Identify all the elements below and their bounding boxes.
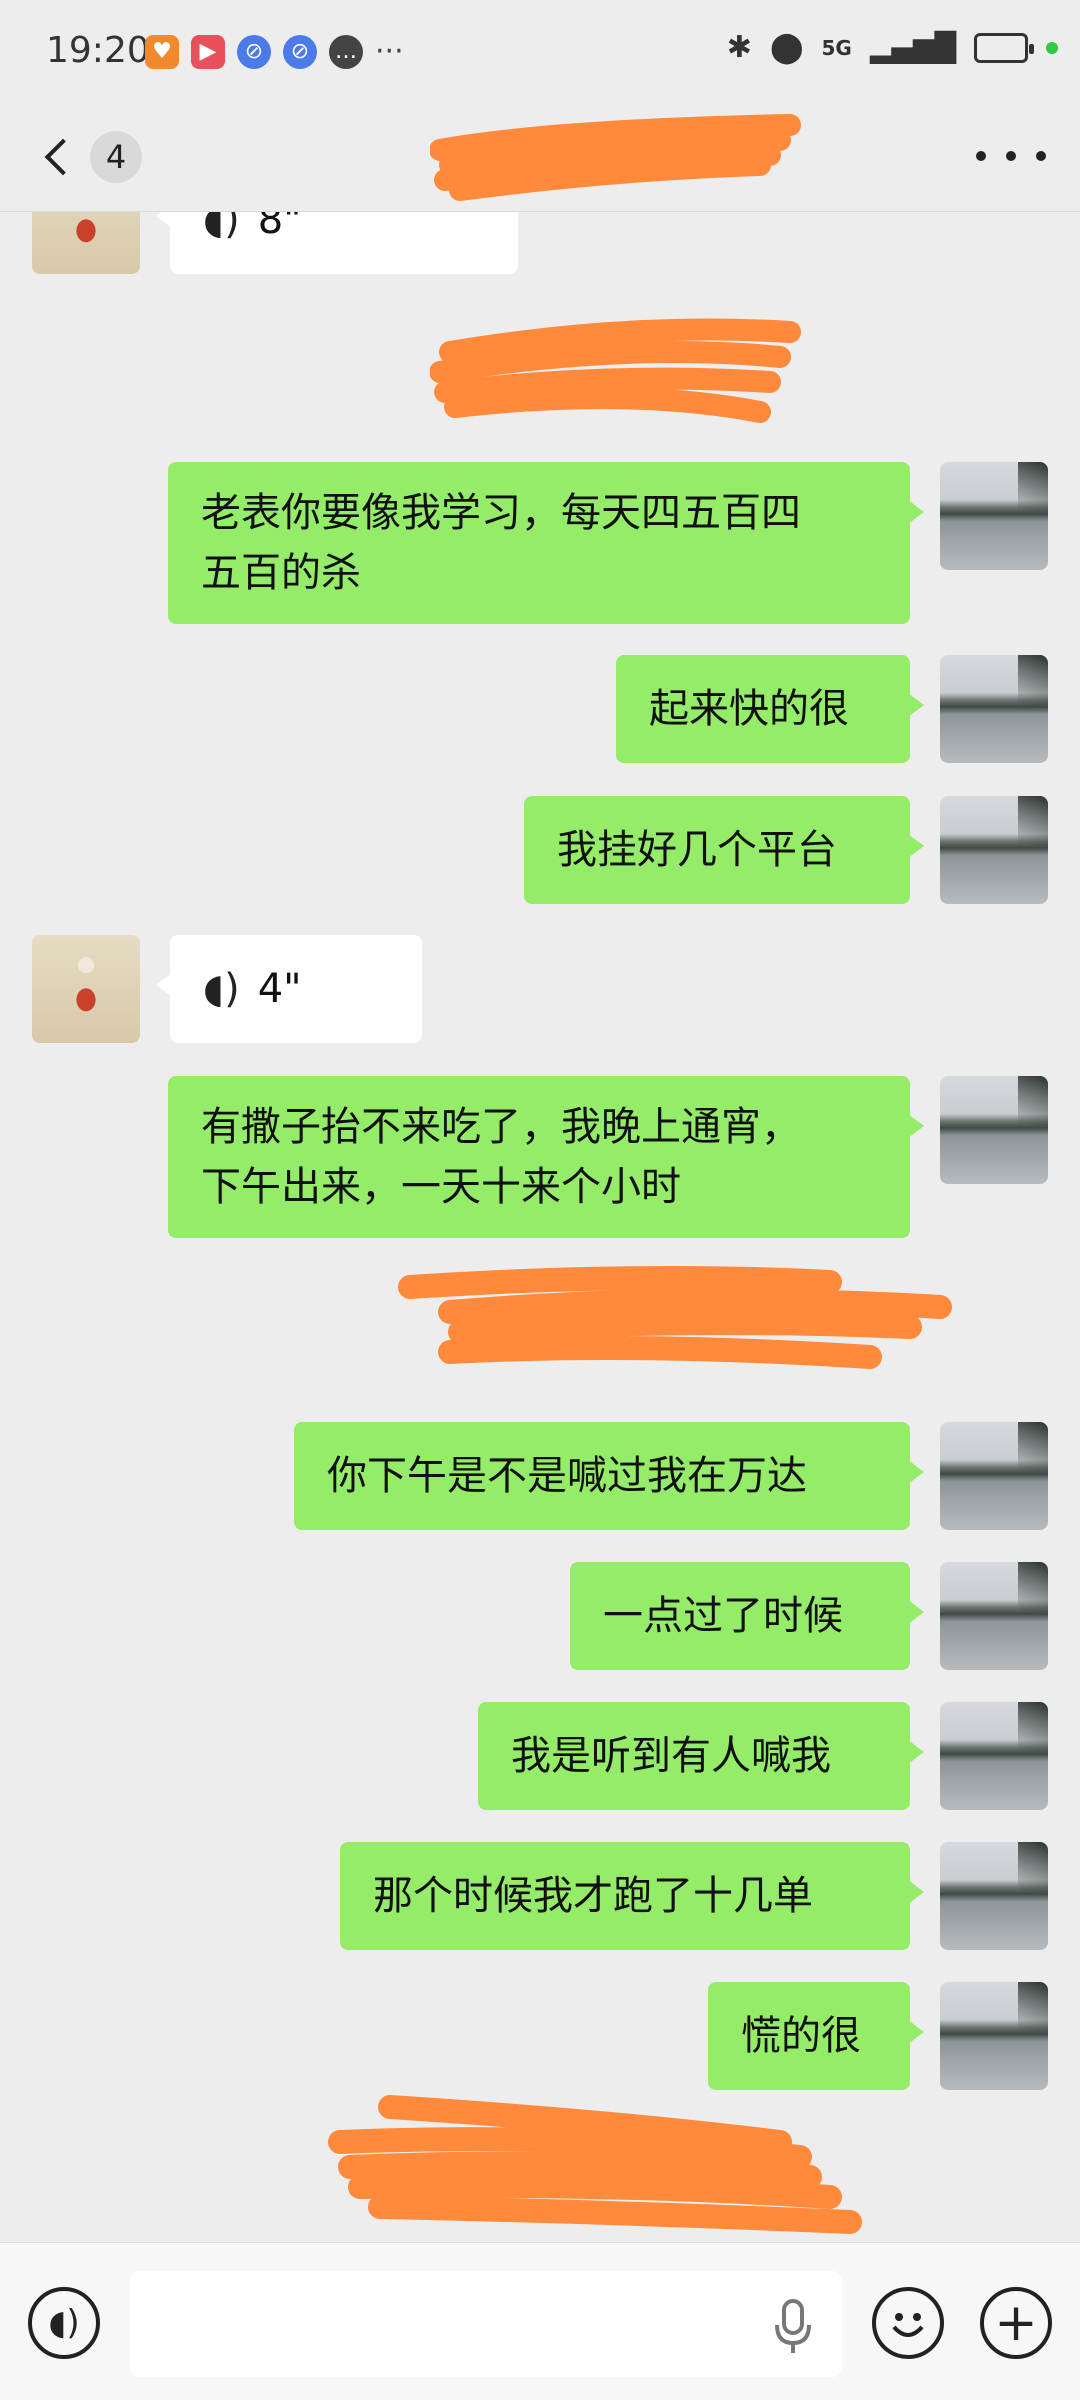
redacted-timestamp-scribble — [430, 318, 801, 423]
message-text: 一点过了时候 — [603, 1593, 843, 1639]
more-dot-icon — [976, 151, 986, 161]
plus-icon: + — [994, 2293, 1038, 2353]
outgoing-message-bubble[interactable]: 慌的很 — [708, 1982, 924, 2090]
redacted-title-scribble — [430, 114, 801, 201]
outgoing-message-bubble[interactable]: 起来快的很 — [616, 655, 924, 763]
microphone-icon[interactable] — [774, 2299, 812, 2355]
message-notification-icon: … — [329, 34, 363, 69]
unread-count-badge: 4 — [90, 131, 142, 183]
message-text-line: 五百的杀 — [201, 550, 361, 596]
back-chevron-icon — [44, 138, 82, 176]
message-text: 我挂好几个平台 — [557, 827, 837, 873]
notification-icons: ♥ ▶ ⊘ ⊘ … ··· — [145, 34, 404, 69]
outgoing-message-bubble[interactable]: 我挂好几个平台 — [524, 796, 924, 904]
signal-icon: ▂▄▆█ — [869, 31, 956, 64]
outgoing-message-bubble[interactable]: 我是听到有人喊我 — [478, 1702, 924, 1810]
more-notifications-indicator: ··· — [375, 34, 404, 69]
message-text-line: 有撒子抬不来吃了，我晚上通宵， — [201, 1104, 801, 1150]
network-type-label: 5G — [821, 35, 852, 60]
redacted-timestamp-scribble — [398, 1266, 952, 1369]
outgoing-message-bubble[interactable]: 有撒子抬不来吃了，我晚上通宵， 下午出来，一天十来个小时 — [168, 1076, 924, 1238]
voice-message-bubble[interactable]: ◖) 4" — [156, 935, 422, 1043]
browser-app-icon: ⊘ — [237, 34, 271, 69]
bluetooth-icon: ✱ — [726, 30, 752, 65]
message-text-line: 下午出来，一天十来个小时 — [201, 1164, 681, 1210]
my-avatar[interactable] — [940, 1076, 1048, 1184]
message-text: 起来快的很 — [649, 686, 849, 732]
contact-avatar[interactable] — [32, 935, 140, 1043]
emoji-button[interactable] — [872, 2287, 944, 2359]
message-text-input[interactable] — [130, 2271, 842, 2377]
chat-message-list[interactable]: ◖) 8" 老表你要像我学习，每天四五百四 五百的杀 起来快的很 我挂好几个平台… — [0, 212, 1080, 2242]
message-text: 那个时候我才跑了十几单 — [373, 1873, 813, 1919]
smiley-icon — [892, 2313, 924, 2337]
my-avatar[interactable] — [940, 462, 1048, 570]
battery-icon — [974, 32, 1034, 63]
more-dot-icon — [1036, 151, 1046, 161]
location-icon: ⬤ — [769, 30, 804, 65]
message-text: 有撒子抬不来吃了，我晚上通宵， 下午出来，一天十来个小时 — [201, 1097, 801, 1217]
my-avatar[interactable] — [940, 655, 1048, 763]
outgoing-message-bubble[interactable]: 那个时候我才跑了十几单 — [340, 1842, 924, 1950]
voice-duration: 4" — [257, 966, 302, 1012]
message-text-line: 老表你要像我学习，每天四五百四 — [201, 490, 801, 536]
message-text: 我是听到有人喊我 — [511, 1733, 831, 1779]
message-text: 慌的很 — [741, 2013, 861, 2059]
redacted-message-scribble — [328, 2095, 862, 2234]
voice-input-toggle-button[interactable]: ◖) — [28, 2287, 100, 2359]
my-avatar[interactable] — [940, 1562, 1048, 1670]
chat-input-bar: ◖) + — [0, 2242, 1080, 2400]
message-text: 老表你要像我学习，每天四五百四 五百的杀 — [201, 483, 801, 603]
more-dot-icon — [1006, 151, 1016, 161]
contact-avatar[interactable] — [32, 212, 140, 274]
back-button[interactable]: 4 — [32, 122, 152, 192]
status-bar: 19:20 ♥ ▶ ⊘ ⊘ … ··· ✱ ⬤ 5G ▂▄▆█ — [0, 0, 1080, 100]
my-avatar[interactable] — [940, 1422, 1048, 1530]
my-avatar[interactable] — [940, 1982, 1048, 2090]
voice-wave-icon: ◖) — [203, 212, 240, 243]
video-app-icon: ▶ — [191, 34, 225, 69]
voice-wave-icon: ◖) — [203, 966, 240, 1012]
outgoing-message-bubble[interactable]: 老表你要像我学习，每天四五百四 五百的杀 — [168, 462, 924, 624]
app-notification-icon: ♥ — [145, 34, 179, 69]
system-status-icons: ✱ ⬤ 5G ▂▄▆█ — [727, 30, 1058, 65]
my-avatar[interactable] — [940, 796, 1048, 904]
more-functions-button[interactable]: + — [980, 2287, 1052, 2359]
voice-wave-icon: ◖) — [48, 2303, 80, 2343]
voice-duration: 8" — [257, 212, 302, 243]
my-avatar[interactable] — [940, 1702, 1048, 1810]
my-avatar[interactable] — [940, 1842, 1048, 1950]
outgoing-message-bubble[interactable]: 一点过了时候 — [570, 1562, 924, 1670]
status-time: 19:20 — [46, 30, 150, 71]
browser-app-icon-2: ⊘ — [283, 34, 317, 69]
chat-more-options-button[interactable] — [976, 136, 1046, 176]
privacy-indicator-dot — [1046, 41, 1058, 54]
message-text: 你下午是不是喊过我在万达 — [327, 1453, 807, 1499]
voice-message-bubble[interactable]: ◖) 8" — [156, 212, 518, 274]
chat-title-bar: 4 — [0, 100, 1080, 212]
outgoing-message-bubble[interactable]: 你下午是不是喊过我在万达 — [294, 1422, 924, 1530]
